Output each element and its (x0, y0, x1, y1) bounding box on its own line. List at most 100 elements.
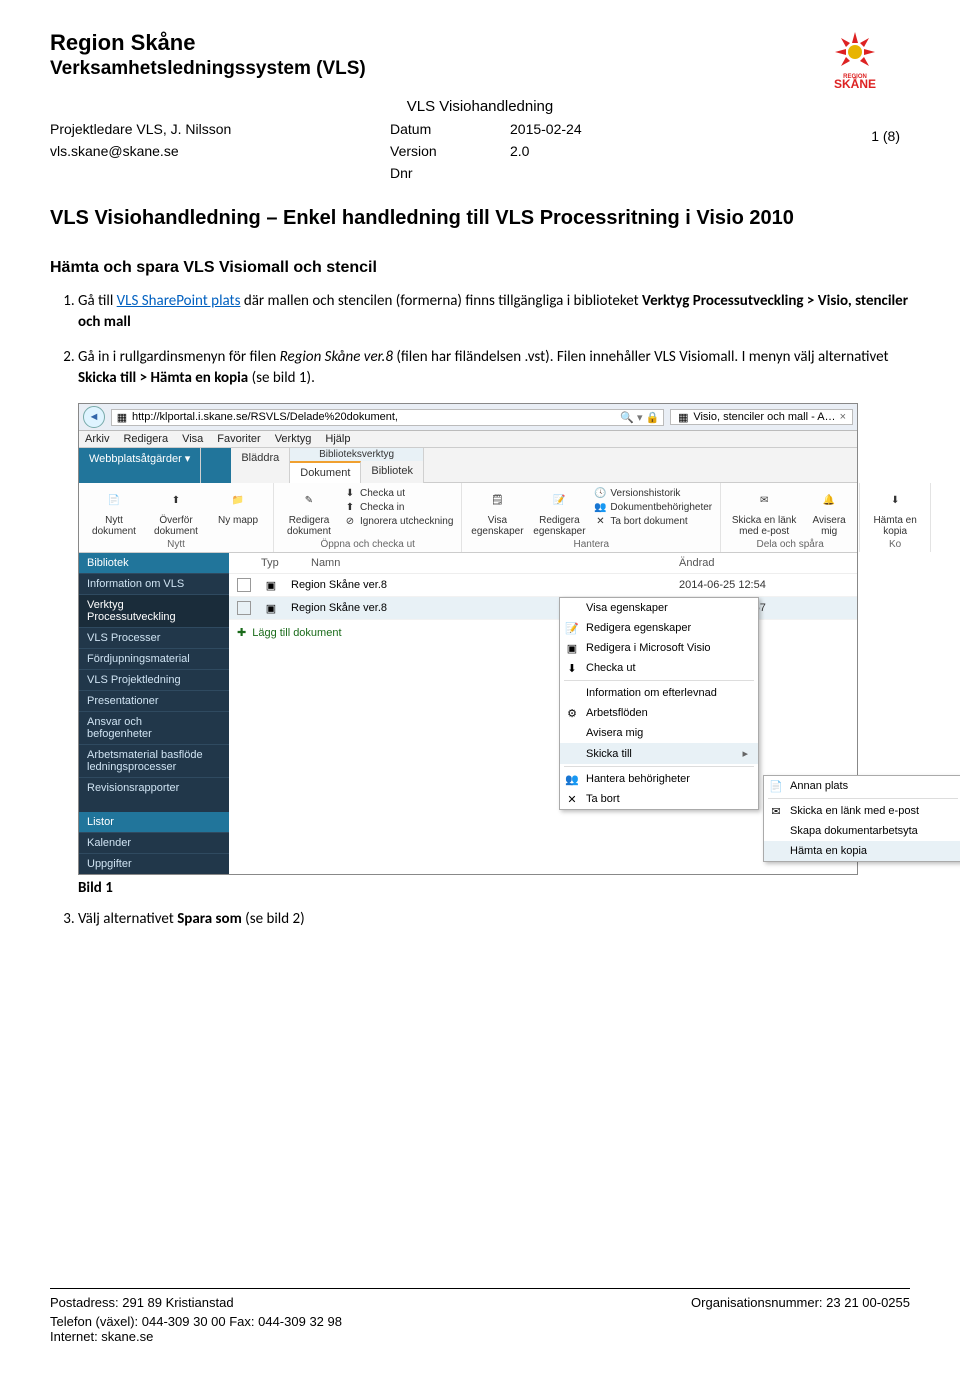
row-name[interactable]: Region Skåne ver.8 (291, 579, 669, 591)
ribbon-ignorera[interactable]: ⊘Ignorera utcheckning (344, 515, 453, 527)
ribbon-versionshistorik[interactable]: 🕓Versionshistorik (594, 487, 712, 499)
ribbon-redigera-egenskaper[interactable]: 📝Redigera egenskaper (532, 487, 586, 537)
ribbon-visa-egenskaper[interactable]: 🗒Visa egenskaper (470, 487, 524, 537)
sidebar-item-uppgifter[interactable]: Uppgifter (79, 853, 229, 874)
ctx-hantera-behorigheter[interactable]: 👥Hantera behörigheter (560, 769, 758, 789)
ribbon-dokumentbehorigheter[interactable]: 👥Dokumentbehörigheter (594, 501, 712, 513)
rbtn-label: Ny mapp (218, 515, 258, 526)
ribbon-avisera-mig[interactable]: 🔔Avisera mig (807, 487, 851, 537)
ctx-sub-annan-plats[interactable]: 📄Annan plats (764, 776, 960, 796)
sidebar-item-info[interactable]: Information om VLS (79, 573, 229, 594)
url-field[interactable]: ▦ http://klportal.i.skane.se/RSVLS/Delad… (111, 409, 664, 426)
ie-menu-visa[interactable]: Visa (182, 433, 203, 445)
ctx-avisera-mig[interactable]: Avisera mig (560, 723, 758, 743)
ctx-separator (768, 798, 958, 799)
sidebar-item-kalender[interactable]: Kalender (79, 832, 229, 853)
th-modified[interactable]: Ändrad (679, 557, 849, 569)
ribbon-ny-mapp[interactable]: 📁Ny mapp (211, 487, 265, 537)
rbtn-label: Skicka en länk med e-post (729, 515, 799, 537)
step-1-pre: Gå till (78, 292, 117, 310)
ie-menu-verktyg[interactable]: Verktyg (275, 433, 312, 445)
meta-row-3: Dnr (50, 165, 910, 181)
ctx-checka-ut[interactable]: ⬇Checka ut (560, 658, 758, 678)
add-document-link[interactable]: ✚ Lägg till dokument (229, 620, 857, 645)
ctx-sub-skicka-lank[interactable]: ✉Skicka en länk med e-post (764, 801, 960, 821)
step-3-pre: Välj alternativet (78, 910, 177, 928)
sidebar-item-processer[interactable]: VLS Processer (79, 627, 229, 648)
table-row[interactable]: ▣ Region Skåne ver.8 ▾ 2014-06-25 12:57 (229, 597, 857, 620)
ctx-ta-bort[interactable]: ✕Ta bort (560, 789, 758, 809)
ctx-sub-skapa-arbetsyta[interactable]: Skapa dokumentarbetsyta (764, 821, 960, 841)
sidebar-item-presentationer[interactable]: Presentationer (79, 690, 229, 711)
step-2-bold: Skicka till > Hämta en kopia (78, 369, 248, 387)
ie-menu-hjalp[interactable]: Hjälp (325, 433, 350, 445)
ctx-visa-egenskaper[interactable]: Visa egenskaper (560, 598, 758, 618)
back-button[interactable]: ◄ (83, 406, 105, 428)
sidebar-item-arbetsmaterial[interactable]: Arbetsmaterial basflöde ledningsprocesse… (79, 744, 229, 777)
sidebar-item-ansvar[interactable]: Ansvar och befogenheter (79, 711, 229, 744)
sidebar-item-revisions[interactable]: Revisionsrapporter (79, 777, 229, 798)
ribbon-group-hantera: Hantera (470, 539, 712, 550)
ribbon-checka-in[interactable]: ⬆Checka in (344, 501, 453, 513)
tab-close-icon[interactable]: × (840, 411, 846, 423)
sidebar-item-label: Verktyg (87, 599, 221, 611)
ctx-redigera-egenskaper[interactable]: 📝Redigera egenskaper (560, 618, 758, 638)
page-number: 1 (8) (871, 128, 900, 144)
th-name[interactable]: Namn (311, 557, 669, 569)
ctx-info-efterlevnad[interactable]: Information om efterlevnad (560, 683, 758, 703)
checkout-icon: ⬇ (565, 662, 579, 675)
sharepoint-body: Bibliotek Information om VLS Verktyg Pro… (79, 553, 857, 874)
version-label: Version (390, 143, 510, 159)
document-footer: Postadress: 291 89 Kristianstad Organisa… (50, 1288, 910, 1344)
ribbon-group-oppna: Öppna och checka ut (282, 539, 453, 550)
ribbon-tab-bibliotek[interactable]: Bibliotek (361, 461, 424, 483)
add-document-label: Lägg till dokument (252, 627, 341, 639)
sharepoint-favicon-icon: ▦ (116, 411, 128, 423)
ctx-arbetsfloden[interactable]: ⚙Arbetsflöden (560, 703, 758, 723)
sharepoint-link[interactable]: VLS SharePoint plats (117, 292, 241, 310)
alert-icon: 🔔 (816, 487, 842, 513)
tab-title: Visio, stenciler och mall - A… (693, 411, 835, 423)
table-header: Typ Namn Ändrad (229, 553, 857, 574)
ribbon-tab-bladdra[interactable]: Bläddra (231, 448, 290, 483)
ctx-sub-hamta-kopia[interactable]: Hämta en kopia (764, 841, 960, 861)
ctx-skicka-till[interactable]: Skicka till▸ (560, 743, 758, 764)
ribbon-skicka-lank[interactable]: ✉Skicka en länk med e-post (729, 487, 799, 537)
ribbon-hamta-kopia[interactable]: ⬇Hämta en kopia (868, 487, 922, 537)
ribbon-tab-dokument[interactable]: Dokument (290, 461, 361, 483)
row-checkbox[interactable] (237, 601, 251, 615)
sidebar-item-projektledning[interactable]: VLS Projektledning (79, 669, 229, 690)
url-text: http://klportal.i.skane.se/RSVLS/Delade%… (132, 411, 398, 423)
step-3: Välj alternativet Spara som (se bild 2) (78, 909, 910, 930)
permissions-icon: 👥 (565, 773, 579, 786)
footer-tel: Telefon (växel): 044-309 30 00 Fax: 044-… (50, 1314, 910, 1329)
main-heading: VLS Visiohandledning – Enkel handledning… (50, 205, 910, 231)
ribbon-nytt-dokument[interactable]: 📄Nytt dokument (87, 487, 141, 537)
step-3-post: (se bild 2) (242, 910, 305, 928)
new-document-icon: 📄 (101, 487, 127, 513)
version-value: 2.0 (510, 143, 630, 159)
delete-icon: ✕ (594, 515, 606, 527)
ribbon-overfor-dokument[interactable]: ⬆Överför dokument (149, 487, 203, 537)
ribbon-checka-ut[interactable]: ⬇Checka ut (344, 487, 453, 499)
ribbon-tab-webbplats[interactable]: Webbplatsåtgärder ▾ (79, 448, 201, 483)
row-checkbox[interactable] (237, 578, 251, 592)
sidebar-item-fordjupning[interactable]: Fördjupningsmaterial (79, 648, 229, 669)
ie-menu-arkiv[interactable]: Arkiv (85, 433, 109, 445)
ctx-label: Redigera i Microsoft Visio (586, 642, 711, 654)
ribbon-redigera-dokument[interactable]: ✎Redigera dokument (282, 487, 336, 537)
ctx-redigera-visio[interactable]: ▣Redigera i Microsoft Visio (560, 638, 758, 658)
instruction-list-cont: Välj alternativet Spara som (se bild 2) (78, 909, 910, 930)
ie-menu-redigera[interactable]: Redigera (123, 433, 168, 445)
browser-tab[interactable]: ▦ Visio, stenciler och mall - A… × (670, 409, 853, 425)
rbtn-label: Checka in (360, 502, 404, 513)
ribbon-ta-bort[interactable]: ✕Ta bort dokument (594, 515, 712, 527)
sidebar-item-verktyg[interactable]: Verktyg Processutveckling (79, 594, 229, 627)
th-type[interactable]: Typ (261, 557, 301, 569)
sharepoint-sidebar: Bibliotek Information om VLS Verktyg Pro… (79, 553, 229, 874)
ctx-label: Skapa dokumentarbetsyta (790, 825, 918, 837)
table-row[interactable]: ▣ Region Skåne ver.8 2014-06-25 12:54 (229, 574, 857, 597)
ie-menu-favoriter[interactable]: Favoriter (217, 433, 260, 445)
tab-favicon-icon: ▦ (677, 411, 689, 423)
email-link-icon: ✉ (751, 487, 777, 513)
